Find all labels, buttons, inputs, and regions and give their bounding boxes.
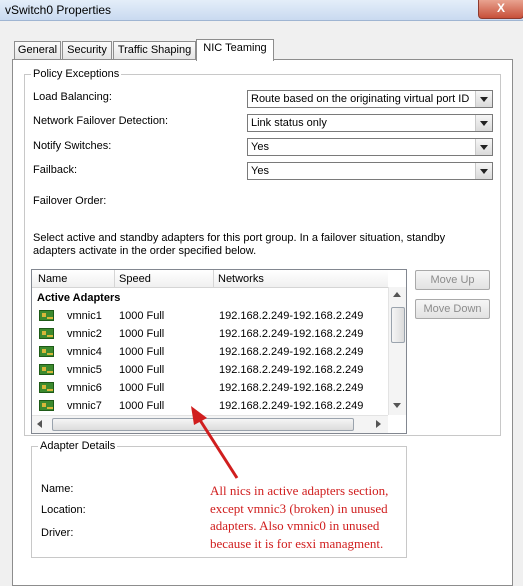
annotation-text: All nics in active adapters section, exc…: [210, 482, 510, 552]
tab-nic-teaming[interactable]: NIC Teaming: [196, 39, 274, 61]
annotation-line: except vmnic3 (broken) in unused: [210, 500, 388, 516]
annotation-line: All nics in active adapters section,: [210, 483, 389, 498]
annotation-line: because it is for esxi managment.: [210, 535, 384, 551]
annotation-line: adapters. Also vmnic0 in unused: [210, 518, 380, 533]
